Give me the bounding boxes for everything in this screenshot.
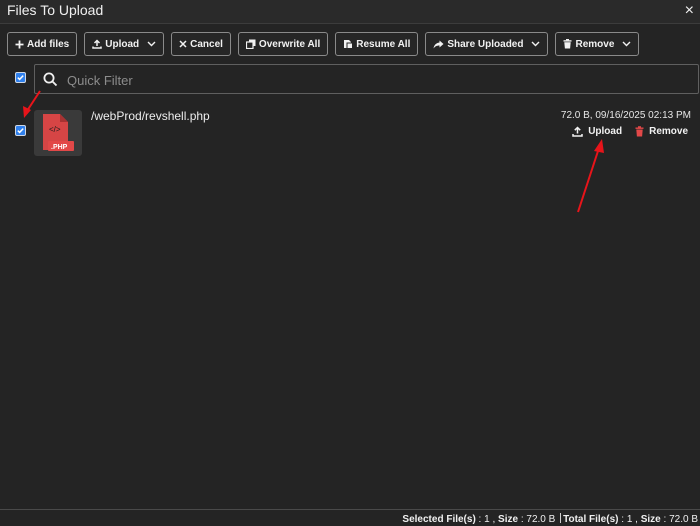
resume-all-button[interactable]: Resume All bbox=[335, 32, 419, 56]
upload-icon bbox=[92, 39, 102, 49]
file-remove-label: Remove bbox=[649, 126, 688, 137]
cancel-button[interactable]: Cancel bbox=[171, 32, 231, 56]
total-label: Total File(s) bbox=[563, 514, 619, 525]
chevron-down-icon[interactable] bbox=[531, 41, 540, 47]
upload-label: Upload bbox=[105, 38, 140, 50]
file-row[interactable]: </> .PHP /webProd/revshell.php 72.0 B, 0… bbox=[0, 104, 700, 160]
cancel-label: Cancel bbox=[190, 38, 223, 50]
title-bar: Files To Upload × bbox=[0, 0, 700, 24]
chevron-down-icon[interactable] bbox=[147, 41, 156, 47]
upload-icon bbox=[572, 126, 583, 137]
copy-icon bbox=[245, 39, 256, 49]
filter-row bbox=[0, 64, 700, 94]
selected-size-label: Size bbox=[498, 514, 519, 525]
check-icon bbox=[17, 75, 24, 81]
trash-icon bbox=[635, 126, 644, 137]
file-thumbnail: </> .PHP bbox=[34, 110, 82, 156]
total-count: 1 bbox=[626, 514, 633, 525]
file-upload-button[interactable]: Upload bbox=[572, 126, 622, 137]
code-glyph: </> bbox=[49, 125, 61, 134]
resume-icon bbox=[344, 40, 354, 49]
selected-label: Selected File(s) bbox=[402, 514, 476, 525]
select-all-checkbox[interactable] bbox=[15, 72, 26, 83]
remove-button[interactable]: Remove bbox=[555, 32, 640, 56]
php-badge: .PHP bbox=[51, 144, 68, 151]
upload-button[interactable]: Upload bbox=[84, 32, 165, 56]
file-upload-label: Upload bbox=[588, 126, 623, 137]
share-uploaded-label: Share Uploaded bbox=[447, 38, 524, 50]
resume-all-label: Resume All bbox=[356, 38, 411, 50]
toolbar: Add files Upload Cancel Overwrite All Re… bbox=[7, 32, 640, 56]
status-divider bbox=[560, 513, 562, 523]
check-icon bbox=[17, 128, 24, 134]
upload-dialog: Files To Upload × Add files Upload Cance… bbox=[0, 0, 700, 526]
trash-icon bbox=[563, 39, 572, 49]
total-size-label: Size bbox=[640, 514, 661, 525]
dialog-title: Files To Upload bbox=[7, 2, 104, 18]
remove-label: Remove bbox=[575, 38, 615, 50]
file-path: /webProd/revshell.php bbox=[91, 109, 210, 123]
close-icon[interactable]: × bbox=[685, 1, 694, 21]
file-checkbox[interactable] bbox=[15, 125, 26, 136]
add-files-label: Add files bbox=[27, 38, 70, 50]
chevron-down-icon[interactable] bbox=[622, 41, 631, 47]
file-remove-button[interactable]: Remove bbox=[635, 126, 688, 137]
total-size: 72.0 B bbox=[669, 514, 698, 525]
plus-icon bbox=[15, 40, 24, 48]
file-meta: 72.0 B, 09/16/2025 02:13 PM bbox=[560, 110, 691, 121]
status-summary: Selected File(s) : 1 , Size : 72.0 B Tot… bbox=[402, 513, 698, 525]
quick-filter-input[interactable] bbox=[65, 68, 689, 92]
search-icon bbox=[43, 72, 58, 87]
selected-size: 72.0 B bbox=[526, 514, 556, 525]
status-bar: Selected File(s) : 1 , Size : 72.0 B Tot… bbox=[0, 509, 700, 526]
php-file-icon: </> .PHP bbox=[43, 114, 74, 151]
add-files-button[interactable]: Add files bbox=[7, 32, 78, 56]
file-actions: Upload Remove bbox=[572, 126, 688, 137]
close-icon bbox=[179, 40, 187, 48]
overwrite-all-label: Overwrite All bbox=[258, 38, 321, 50]
quick-filter-box bbox=[34, 64, 699, 94]
share-uploaded-button[interactable]: Share Uploaded bbox=[425, 32, 549, 56]
share-icon bbox=[433, 40, 444, 48]
overwrite-all-button[interactable]: Overwrite All bbox=[237, 32, 329, 56]
selected-count: 1 bbox=[484, 514, 490, 525]
